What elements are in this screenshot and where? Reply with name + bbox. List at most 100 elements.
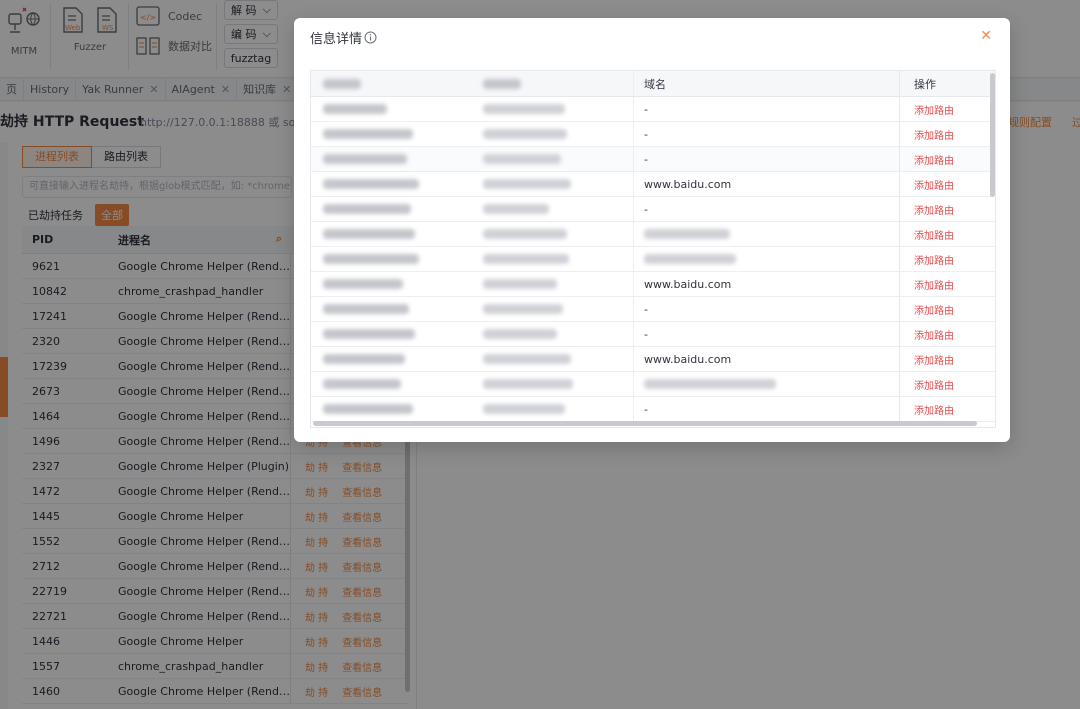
redacted-cell bbox=[473, 197, 633, 221]
table-row[interactable]: - 添加路由 bbox=[311, 322, 995, 347]
action-cell: 添加路由 bbox=[899, 172, 991, 196]
redacted-cell bbox=[473, 372, 633, 396]
redacted-cell bbox=[473, 297, 633, 321]
domain-text: - bbox=[644, 102, 648, 116]
redacted-cell bbox=[311, 172, 473, 196]
table-row[interactable]: - 添加路由 bbox=[311, 397, 995, 422]
redacted-cell bbox=[311, 372, 473, 396]
action-cell: 添加路由 bbox=[899, 322, 991, 346]
domain-cell bbox=[633, 247, 899, 271]
info-table-header: 域名 操作 bbox=[311, 71, 995, 97]
table-row[interactable]: www.baidu.com 添加路由 bbox=[311, 272, 995, 297]
redacted-domain bbox=[644, 254, 736, 264]
info-circle-icon[interactable] bbox=[364, 31, 377, 44]
redacted-cell bbox=[473, 397, 633, 421]
domain-text: - bbox=[644, 402, 648, 416]
table-row[interactable]: 添加路由 bbox=[311, 222, 995, 247]
domain-cell: www.baidu.com bbox=[633, 172, 899, 196]
redacted-cell bbox=[311, 272, 473, 296]
domain-text: - bbox=[644, 302, 648, 316]
add-route-button[interactable]: 添加路由 bbox=[914, 127, 954, 142]
action-cell: 添加路由 bbox=[899, 297, 991, 321]
redacted-cell bbox=[473, 222, 633, 246]
domain-cell: - bbox=[633, 97, 899, 121]
table-row[interactable]: www.baidu.com 添加路由 bbox=[311, 347, 995, 372]
table-row[interactable]: - 添加路由 bbox=[311, 197, 995, 222]
redacted-cell bbox=[311, 322, 473, 346]
domain-cell bbox=[633, 372, 899, 396]
table-row[interactable]: - 添加路由 bbox=[311, 97, 995, 122]
info-table-hscroll[interactable] bbox=[313, 421, 977, 426]
redacted-cell bbox=[311, 147, 473, 171]
redacted-cell bbox=[473, 347, 633, 371]
redacted-cell bbox=[311, 122, 473, 146]
table-row[interactable]: www.baidu.com 添加路由 bbox=[311, 172, 995, 197]
table-row[interactable]: - 添加路由 bbox=[311, 297, 995, 322]
redacted-cell bbox=[311, 197, 473, 221]
redacted-cell bbox=[311, 397, 473, 421]
redacted-cell bbox=[473, 122, 633, 146]
domain-cell: - bbox=[633, 297, 899, 321]
redacted-cell bbox=[473, 172, 633, 196]
domain-text: www.baidu.com bbox=[644, 177, 732, 191]
action-cell: 添加路由 bbox=[899, 222, 991, 246]
domain-cell: - bbox=[633, 397, 899, 421]
add-route-button[interactable]: 添加路由 bbox=[914, 377, 954, 392]
domain-cell: www.baidu.com bbox=[633, 272, 899, 296]
info-table: 域名 操作 - 添加路由 - 添加路由 - 添加路由 www.baidu.com 添加路由 - 添… bbox=[310, 70, 996, 428]
add-route-button[interactable]: 添加路由 bbox=[914, 102, 954, 117]
redacted-cell bbox=[311, 247, 473, 271]
redacted-cell bbox=[311, 347, 473, 371]
info-detail-modal: 信息详情 ✕ 域名 操作 - 添加路由 - 添加路由 - 添加路由 www.baidu.co… bbox=[294, 18, 1010, 442]
action-cell: 添加路由 bbox=[899, 147, 991, 171]
domain-text: www.baidu.com bbox=[644, 352, 732, 366]
add-route-button[interactable]: 添加路由 bbox=[914, 352, 954, 367]
redacted-cell bbox=[473, 322, 633, 346]
redacted-cell bbox=[473, 147, 633, 171]
add-route-button[interactable]: 添加路由 bbox=[914, 152, 954, 167]
modal-title: 信息详情 bbox=[310, 31, 363, 47]
domain-cell: - bbox=[633, 147, 899, 171]
domain-cell: - bbox=[633, 122, 899, 146]
action-cell: 添加路由 bbox=[899, 97, 991, 121]
action-cell: 添加路由 bbox=[899, 122, 991, 146]
info-table-vscroll[interactable] bbox=[990, 73, 995, 197]
redacted-domain bbox=[644, 229, 730, 239]
domain-cell: - bbox=[633, 322, 899, 346]
add-route-button[interactable]: 添加路由 bbox=[914, 277, 954, 292]
action-cell: 添加路由 bbox=[899, 272, 991, 296]
redacted-cell bbox=[311, 97, 473, 121]
action-cell: 添加路由 bbox=[899, 347, 991, 371]
table-row[interactable]: - 添加路由 bbox=[311, 147, 995, 172]
table-row[interactable]: 添加路由 bbox=[311, 247, 995, 272]
add-route-button[interactable]: 添加路由 bbox=[914, 302, 954, 317]
domain-cell: www.baidu.com bbox=[633, 347, 899, 371]
col-action: 操作 bbox=[899, 71, 991, 96]
add-route-button[interactable]: 添加路由 bbox=[914, 227, 954, 242]
add-route-button[interactable]: 添加路由 bbox=[914, 252, 954, 267]
domain-text: - bbox=[644, 202, 648, 216]
table-row[interactable]: 添加路由 bbox=[311, 372, 995, 397]
add-route-button[interactable]: 添加路由 bbox=[914, 177, 954, 192]
action-cell: 添加路由 bbox=[899, 372, 991, 396]
close-icon[interactable]: ✕ bbox=[980, 29, 992, 43]
table-row[interactable]: - 添加路由 bbox=[311, 122, 995, 147]
action-cell: 添加路由 bbox=[899, 247, 991, 271]
domain-text: - bbox=[644, 127, 648, 141]
redacted-cell bbox=[473, 97, 633, 121]
domain-cell: - bbox=[633, 197, 899, 221]
domain-text: www.baidu.com bbox=[644, 277, 732, 291]
add-route-button[interactable]: 添加路由 bbox=[914, 202, 954, 217]
redacted-cell bbox=[473, 272, 633, 296]
col-blurred-1 bbox=[311, 71, 473, 96]
add-route-button[interactable]: 添加路由 bbox=[914, 402, 954, 417]
redacted-cell bbox=[311, 222, 473, 246]
domain-text: - bbox=[644, 152, 648, 166]
col-blurred-2 bbox=[473, 71, 633, 96]
action-cell: 添加路由 bbox=[899, 197, 991, 221]
redacted-cell bbox=[473, 247, 633, 271]
action-cell: 添加路由 bbox=[899, 397, 991, 421]
redacted-domain bbox=[644, 379, 776, 389]
add-route-button[interactable]: 添加路由 bbox=[914, 327, 954, 342]
domain-text: - bbox=[644, 327, 648, 341]
